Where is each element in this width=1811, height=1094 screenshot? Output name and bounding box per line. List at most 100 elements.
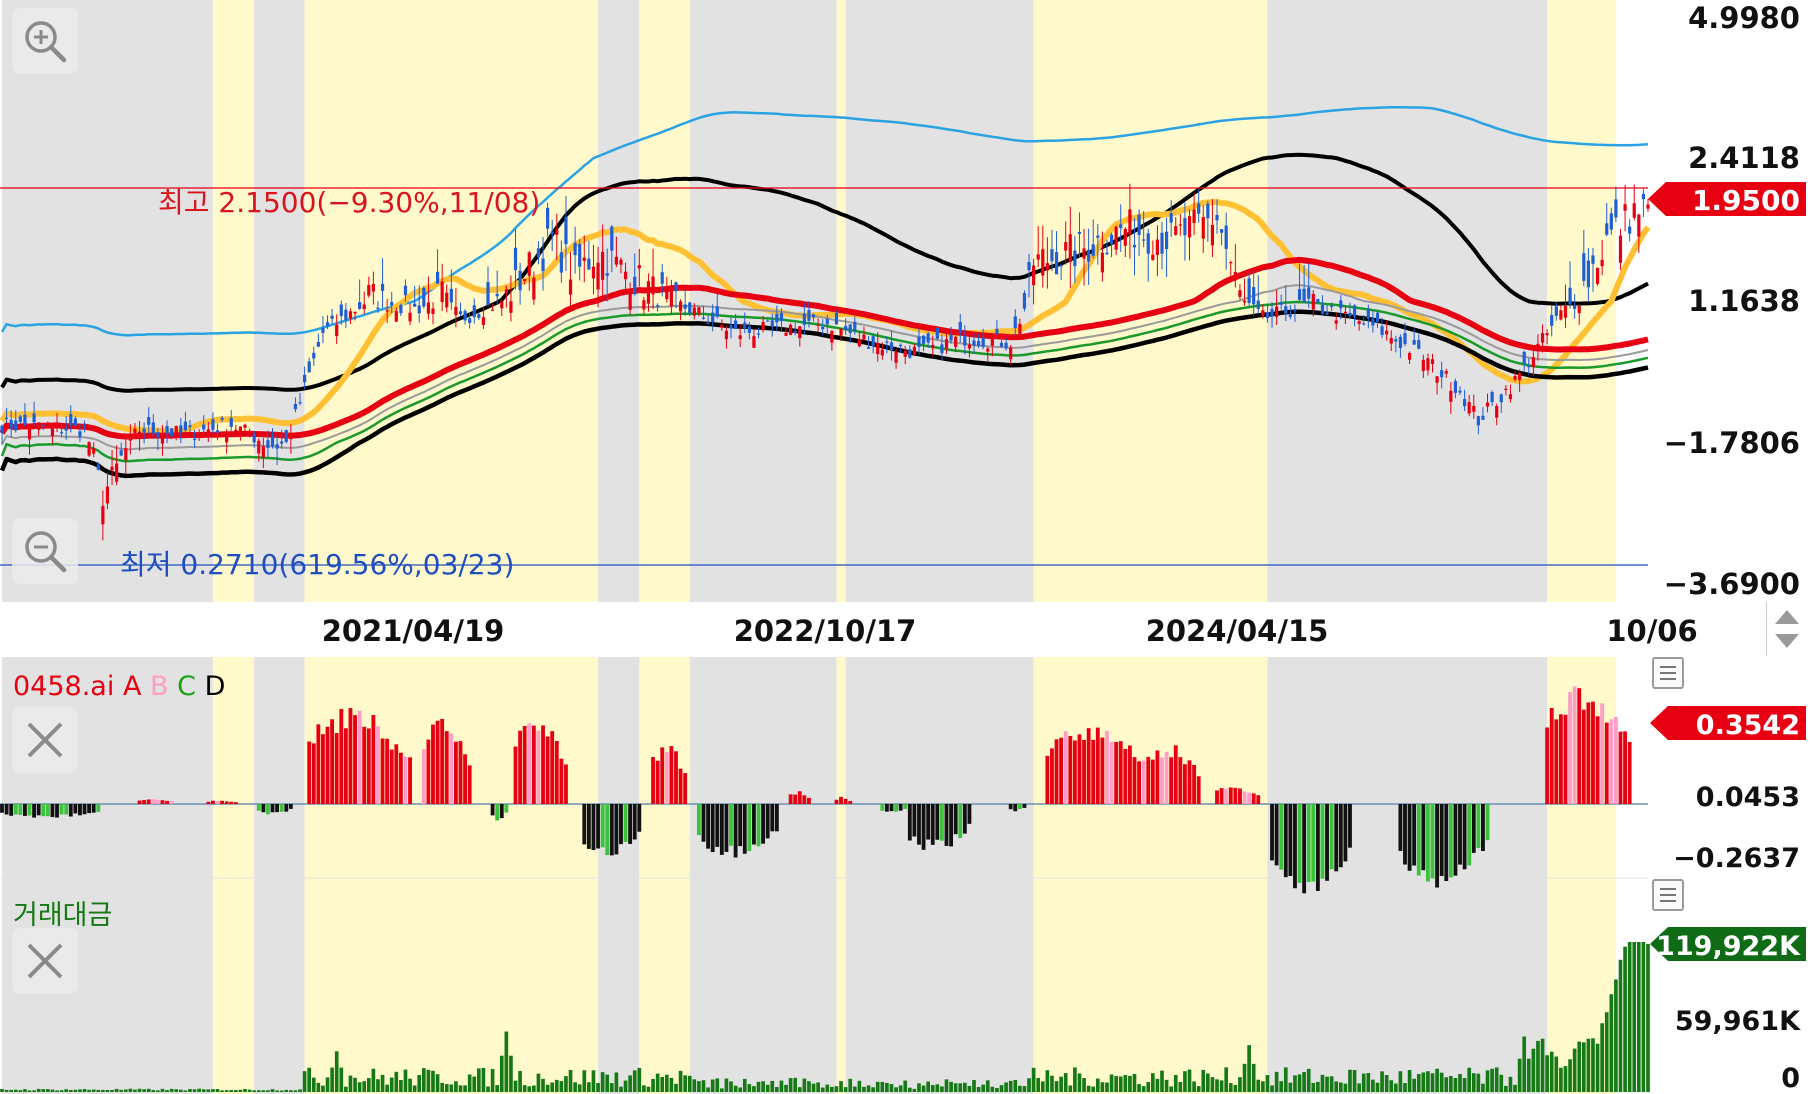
- indicator-bar: [321, 734, 325, 804]
- volume-bar: [321, 1085, 325, 1092]
- candle-body: [1545, 333, 1549, 336]
- candle-body: [1531, 357, 1535, 368]
- indicator-bar: [536, 730, 541, 804]
- volume-bar: [1389, 1080, 1394, 1092]
- indicator-bar: [1343, 804, 1348, 862]
- volume-bar: [554, 1079, 559, 1092]
- volume-bar: [1581, 1042, 1586, 1092]
- candle-body: [688, 302, 692, 314]
- candle-body: [399, 304, 403, 314]
- indicator-bar: [1462, 804, 1467, 870]
- volume-bar: [564, 1076, 568, 1092]
- volume-menu-button[interactable]: [1652, 879, 1684, 911]
- close-indicator-button[interactable]: [12, 707, 78, 773]
- candle-body: [0, 425, 4, 434]
- candle-body: [1380, 326, 1384, 335]
- volume-bar: [930, 1085, 935, 1092]
- indicator-bar: [343, 728, 348, 804]
- candle-body: [1087, 249, 1091, 262]
- indicator-bar: [59, 804, 64, 815]
- indicator-name: 0458.ai: [13, 671, 115, 702]
- zoom-out-button[interactable]: [12, 518, 78, 584]
- indicator-bar: [87, 804, 92, 814]
- indicator-menu-button[interactable]: [1652, 657, 1684, 689]
- candle-body: [1637, 214, 1641, 237]
- candle-body: [298, 402, 302, 404]
- indicator-bar: [1581, 709, 1586, 804]
- volume-bar: [926, 1081, 930, 1092]
- close-volume-button[interactable]: [12, 928, 78, 994]
- indicator-bar: [651, 757, 655, 804]
- volume-bar: [921, 1085, 926, 1092]
- volume-bar: [609, 1083, 614, 1092]
- volume-bar: [848, 1078, 853, 1092]
- volume-bar: [23, 1089, 27, 1092]
- volume-bar: [275, 1090, 279, 1092]
- candle-body: [380, 283, 385, 291]
- indicator-bar: [1091, 739, 1096, 804]
- stock-chart[interactable]: 4.9980 2.4118 1.1638 −1.7806 −3.6900 1.9…: [0, 0, 1811, 1094]
- indicator-bar: [912, 804, 917, 837]
- volume-bar: [1210, 1077, 1215, 1092]
- volume-bar: [87, 1089, 91, 1092]
- candle-body: [1385, 330, 1389, 335]
- volume-bar: [852, 1086, 857, 1092]
- candle-body: [1146, 233, 1150, 254]
- indicator-bar: [444, 731, 449, 804]
- candle-body: [541, 258, 545, 271]
- volume-bar: [527, 1086, 532, 1092]
- candle-body: [967, 344, 972, 349]
- volume-bar: [830, 1086, 834, 1092]
- y-tick-label: 1.1638: [1688, 284, 1800, 318]
- volume-bar: [1577, 1041, 1582, 1092]
- candle-body: [834, 312, 839, 325]
- indicator-bar: [1623, 731, 1627, 804]
- volume-bar: [1118, 1076, 1123, 1092]
- indicator-bar: [334, 733, 339, 804]
- volume-bar: [499, 1055, 504, 1092]
- candle-body: [1297, 289, 1302, 300]
- time-scroll-arrows[interactable]: [1766, 602, 1807, 656]
- volume-bar: [311, 1077, 316, 1092]
- volume-bar: [394, 1071, 399, 1092]
- volume-bar: [756, 1081, 761, 1092]
- volume-bar: [1329, 1076, 1334, 1092]
- candle-body: [1362, 323, 1366, 325]
- indicator-bar: [1444, 804, 1449, 881]
- volume-bar: [642, 1085, 646, 1092]
- candle-body: [1284, 306, 1288, 314]
- indicator-bar: [41, 804, 46, 817]
- candle-body: [761, 321, 765, 331]
- volume-bar: [444, 1084, 449, 1092]
- candle-body: [1219, 229, 1224, 233]
- indicator-bar: [1426, 804, 1430, 882]
- volume-bar: [628, 1075, 632, 1092]
- volume-bar: [32, 1090, 36, 1092]
- candle-body: [1247, 278, 1251, 304]
- volume-bar: [1595, 1043, 1600, 1092]
- indicator-bar: [380, 738, 385, 804]
- volume-bar: [1224, 1067, 1229, 1092]
- indicator-bar: [655, 760, 660, 804]
- candle-body: [179, 425, 183, 433]
- volume-bar: [637, 1067, 642, 1092]
- candle-body: [798, 326, 802, 339]
- volume-bar: [1100, 1082, 1105, 1092]
- volume-bar: [238, 1089, 243, 1092]
- volume-bar: [857, 1080, 862, 1092]
- candle-body: [793, 331, 797, 333]
- volume-bar: [541, 1078, 545, 1092]
- indicator-bar: [605, 804, 610, 856]
- indicator-bar: [848, 800, 853, 804]
- indicator-bar: [362, 726, 367, 804]
- candle-body: [344, 309, 348, 321]
- volume-bar: [1554, 1056, 1559, 1092]
- candle-body: [1192, 209, 1196, 224]
- indicator-bar: [729, 804, 733, 846]
- candle-body: [128, 434, 132, 441]
- volume-bar: [247, 1089, 252, 1092]
- indicator-bar: [1416, 804, 1421, 876]
- zoom-in-button[interactable]: [12, 8, 78, 74]
- candle-body: [587, 258, 591, 270]
- candle-body: [999, 342, 1004, 347]
